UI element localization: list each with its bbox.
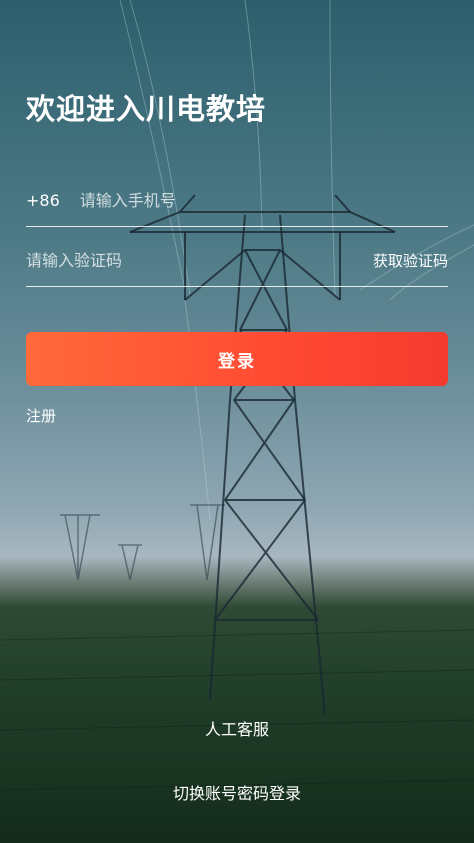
country-code[interactable]: +86 — [26, 191, 60, 210]
login-button[interactable]: 登录 — [26, 332, 448, 386]
switch-password-login-link[interactable]: 切换账号密码登录 — [0, 780, 474, 804]
customer-service-link[interactable]: 人工客服 — [0, 716, 474, 740]
get-code-button[interactable]: 获取验证码 — [373, 250, 448, 271]
page-title: 欢迎进入川电教培 — [26, 92, 267, 126]
phone-row: +86 — [26, 174, 448, 227]
verification-row: 获取验证码 — [26, 234, 448, 287]
verification-code-input[interactable] — [26, 250, 373, 270]
phone-input[interactable] — [79, 190, 448, 210]
register-link[interactable]: 注册 — [26, 405, 56, 426]
